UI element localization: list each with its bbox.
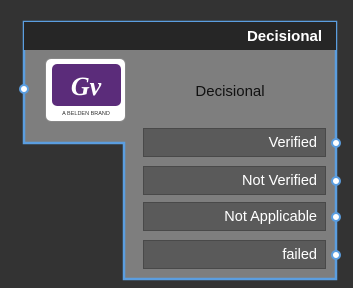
- node-label: Decisional: [195, 83, 265, 100]
- output-verified[interactable]: Verified: [143, 128, 326, 157]
- workflow-canvas[interactable]: Decisional Gv A BELDEN BRAND Decisional …: [0, 0, 353, 288]
- output-not-applicable[interactable]: Not Applicable: [143, 202, 326, 231]
- svg-text:Gv: Gv: [71, 72, 102, 101]
- output-port-verified-icon[interactable]: [331, 138, 341, 148]
- output-port-not-verified-icon[interactable]: [331, 176, 341, 186]
- output-port-failed-icon[interactable]: [331, 250, 341, 260]
- output-not-verified[interactable]: Not Verified: [143, 166, 326, 195]
- input-port-icon[interactable]: [19, 84, 29, 94]
- node-title: Decisional: [24, 22, 336, 50]
- output-port-not-applicable-icon[interactable]: [331, 212, 341, 222]
- output-failed[interactable]: failed: [143, 240, 326, 269]
- node-logo: Gv A BELDEN BRAND: [45, 58, 126, 122]
- logo-brand-text: A BELDEN BRAND: [62, 111, 110, 117]
